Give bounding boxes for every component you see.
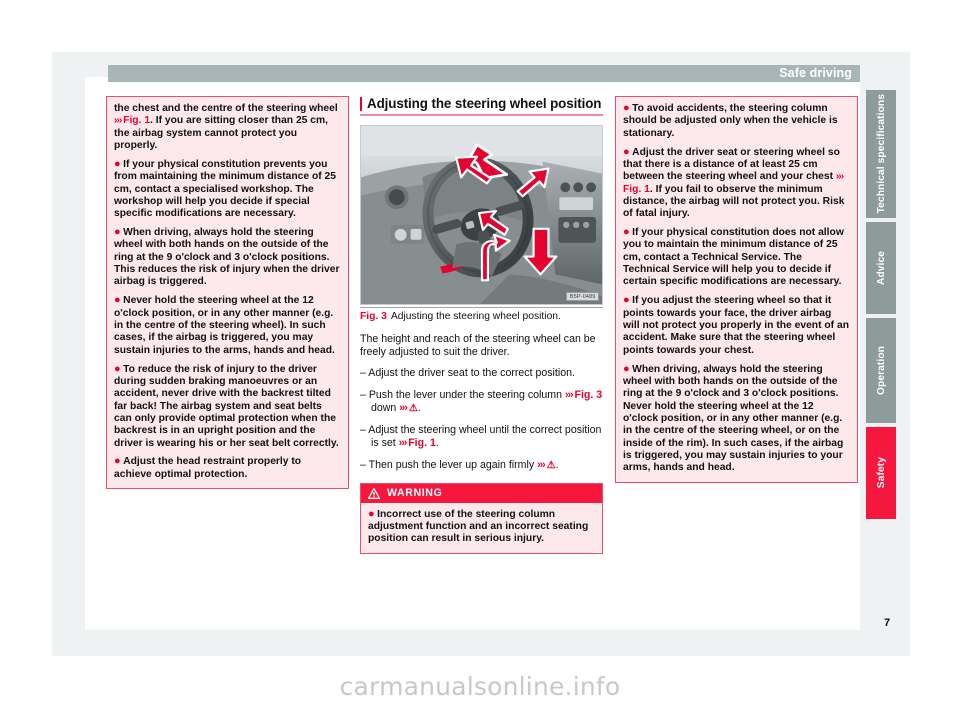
warning-bullet-item: ● If you adjust the steering wheel so tha… xyxy=(623,294,849,356)
running-header: Safe driving xyxy=(108,65,860,82)
reference-chevron-icon: ››› xyxy=(835,171,844,183)
warning-paragraph: the chest and the centre of the steering… xyxy=(114,103,338,152)
bullet-icon: ● xyxy=(114,294,121,307)
figure-reference[interactable]: Fig. 1 xyxy=(408,437,436,449)
figure-reference[interactable]: Fig. 1 xyxy=(623,184,650,195)
reference-chevron-icon: ››› xyxy=(114,115,124,127)
tab-safety[interactable]: Safety xyxy=(866,427,896,519)
tab-technical-specifications[interactable]: Technical specifications xyxy=(866,90,896,218)
figure-reference[interactable]: Fig. 3 xyxy=(574,389,602,401)
warning-bullet-item: ● If your physical constitution does not … xyxy=(623,226,844,288)
warning-bullet-item: ● Adjust the head restraint properly to a… xyxy=(114,455,302,480)
section-tabs: Technical specifications Advice Operatio… xyxy=(866,90,896,523)
figure-caption: Fig. 3 Adjusting the steering wheel posit… xyxy=(360,307,603,322)
middle-column: Adjusting the steering wheel position B5… xyxy=(360,96,603,554)
warning-bullet-item: ● To reduce the risk of injury to the dri… xyxy=(114,362,339,449)
warning-triangle-icon: ⚠ xyxy=(546,459,556,471)
tab-label: Operation xyxy=(875,345,887,395)
watermark: carmanualsonline.info xyxy=(339,672,621,701)
bullet-icon: ● xyxy=(114,226,121,239)
reference-chevron-icon: ››› xyxy=(537,458,547,471)
body-paragraph: The height and reach of the steering whe… xyxy=(360,332,596,358)
bullet-icon: ● xyxy=(623,102,630,114)
left-warning-box: the chest and the centre of the steering… xyxy=(106,96,349,490)
figure-reference[interactable]: Fig. 1 xyxy=(123,115,150,126)
bullet-icon: ● xyxy=(114,362,121,375)
bullet-icon: ● xyxy=(623,294,630,307)
warning-callout: WARNING ● Incorrect use of the steering c… xyxy=(360,483,603,554)
reference-chevron-icon: ››› xyxy=(399,402,409,415)
tab-operation[interactable]: Operation xyxy=(866,318,896,423)
figure-image: B5P-0489 xyxy=(360,125,603,305)
warning-triangle-icon xyxy=(368,487,380,499)
instruction-step: – Push the lever under the steering colu… xyxy=(360,389,603,415)
warning-bullet-item: ● If your physical constitution prevents … xyxy=(114,157,336,220)
warning-bullet-item: ● Never hold the steering wheel at the 12… xyxy=(114,294,335,356)
figure-3: B5P-0489 Fig. 3 Adjusting the steering wh… xyxy=(360,125,603,322)
instruction-step: – Then push the lever up again firmly ››… xyxy=(360,458,559,471)
manual-page: Safe driving the chest and the centre of… xyxy=(0,0,960,708)
bullet-icon: ● xyxy=(368,507,375,520)
warning-bullet-item: ● To avoid accidents, the steering column… xyxy=(623,102,838,139)
tab-label: Advice xyxy=(875,250,887,285)
left-column: the chest and the centre of the steering… xyxy=(106,96,349,490)
warning-callout-title: WARNING xyxy=(387,487,443,500)
warning-triangle-icon: ⚠ xyxy=(408,403,418,415)
figure-image-code: B5P-0489 xyxy=(566,292,599,301)
warning-callout-body: ● Incorrect use of the steering column ad… xyxy=(361,503,602,553)
warning-bullet-item: ● When driving, always hold the steering … xyxy=(623,362,844,474)
warning-callout-text: ● Incorrect use of the steering column ad… xyxy=(368,507,589,545)
tab-advice[interactable]: Advice xyxy=(866,222,896,314)
right-column: ● To avoid accidents, the steering column… xyxy=(615,96,858,483)
middle-body-text: The height and reach of the steering whe… xyxy=(360,333,603,473)
figure-caption-label: Fig. 3 xyxy=(360,310,387,322)
bullet-icon: ● xyxy=(114,157,121,170)
dashboard-illustration xyxy=(361,126,602,304)
page-number: 7 xyxy=(884,617,891,629)
tab-label: Technical specifications xyxy=(875,94,887,214)
tab-label: Safety xyxy=(875,457,887,489)
figure-caption-text: Adjusting the steering wheel position. xyxy=(390,310,561,322)
warning-callout-header: WARNING xyxy=(361,484,602,503)
warning-bullet-item: ● Adjust the driver seat or steering whee… xyxy=(623,145,845,220)
instruction-step: – Adjust the steering wheel until the co… xyxy=(360,424,602,450)
running-header-title: Safe driving xyxy=(779,66,852,80)
warning-bullet-item: ● When driving, always hold the steering … xyxy=(114,226,340,288)
bullet-icon: ● xyxy=(623,145,630,158)
reference-chevron-icon: ››› xyxy=(398,437,409,450)
instruction-step: – Adjust the driver seat to the correct … xyxy=(360,367,575,380)
right-warning-box: ● To avoid accidents, the steering column… xyxy=(615,96,858,483)
bullet-icon: ● xyxy=(623,226,630,239)
section-heading: Adjusting the steering wheel position xyxy=(360,96,603,116)
bullet-icon: ● xyxy=(114,455,121,468)
section-heading-text: Adjusting the steering wheel position xyxy=(367,96,602,111)
bullet-icon: ● xyxy=(623,362,630,375)
